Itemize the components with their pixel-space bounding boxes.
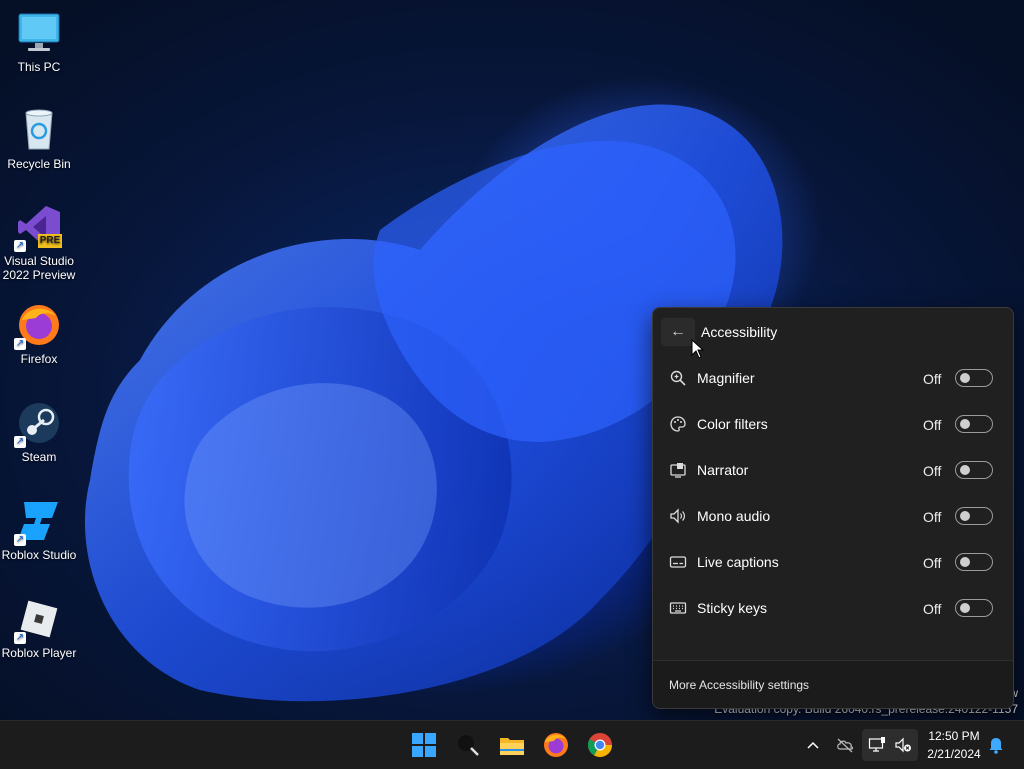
toggle-state-text: Off <box>923 463 942 479</box>
roblox-studio-icon: ↗ <box>14 498 62 546</box>
toggle-state-text: Off <box>923 509 942 525</box>
firefox-icon <box>544 733 568 757</box>
roblox-player-icon: ↗ <box>14 596 62 644</box>
steam-icon: ↗ <box>14 400 62 448</box>
clock-date: 2/21/2024 <box>927 747 981 761</box>
firefox-icon: ↗ <box>14 302 62 350</box>
file-explorer-icon <box>500 738 524 755</box>
narrator-icon <box>669 461 687 479</box>
start-button[interactable] <box>408 729 440 761</box>
accessibility-item-label: Narrator <box>697 462 749 478</box>
mouse-cursor-icon <box>691 338 705 364</box>
chrome-taskbar-button[interactable] <box>584 729 616 761</box>
network-icon <box>868 737 885 752</box>
show-hidden-icons-chevron[interactable] <box>806 735 820 760</box>
color-filters-toggle[interactable] <box>955 415 993 433</box>
more-accessibility-settings-link[interactable]: More Accessibility settings <box>669 678 809 692</box>
quick-settings-button[interactable] <box>862 729 918 761</box>
file-explorer-button[interactable] <box>496 729 528 761</box>
mono-audio-toggle[interactable] <box>955 507 993 525</box>
desktop-icon-this-pc[interactable]: This PC <box>0 10 79 74</box>
taskbar: 12:50 PM 2/21/2024 <box>0 720 1024 769</box>
desktop-icon-visual-studio[interactable]: PRE ↗ Visual Studio 2022 Preview <box>0 204 79 282</box>
clock-time: 12:50 PM <box>928 729 980 743</box>
flyout-title: Accessibility <box>701 324 778 340</box>
magnifier-toggle[interactable] <box>955 369 993 387</box>
flyout-header: ← Accessibility <box>653 308 1013 356</box>
accessibility-item-label: Live captions <box>697 554 779 570</box>
notifications-button[interactable] <box>988 735 1004 760</box>
keyboard-icon <box>669 599 687 617</box>
accessibility-item-magnifier[interactable]: Magnifier Off <box>653 356 1013 402</box>
chevron-up-icon <box>807 741 819 749</box>
accessibility-item-label: Magnifier <box>697 370 755 386</box>
live-captions-toggle[interactable] <box>955 553 993 571</box>
desktop-icon-label: Roblox Studio <box>1 548 77 562</box>
shortcut-arrow-icon: ↗ <box>14 436 26 448</box>
recycle-bin-icon <box>16 107 62 153</box>
toggle-state-text: Off <box>923 555 942 571</box>
captions-icon <box>669 553 687 571</box>
desktop-icon-label: Recycle Bin <box>7 157 71 171</box>
toggle-state-text: Off <box>923 417 942 433</box>
desktop-icon-label: Steam <box>21 450 57 464</box>
desktop-icon-roblox-player[interactable]: ↗ Roblox Player <box>0 596 79 660</box>
visual-studio-icon: PRE ↗ <box>14 204 62 252</box>
speaker-icon <box>669 507 687 525</box>
shortcut-arrow-icon: ↗ <box>14 632 26 644</box>
bell-icon <box>989 738 1003 754</box>
accessibility-item-sticky-keys[interactable]: Sticky keys Off <box>653 586 1013 632</box>
desktop-icon-firefox[interactable]: ↗ Firefox <box>0 302 79 366</box>
start-icon <box>412 733 436 757</box>
back-arrow-icon: ← <box>670 323 686 340</box>
desktop-icon-label: Firefox <box>20 352 58 366</box>
desktop-icon-recycle-bin[interactable]: Recycle Bin <box>0 107 79 171</box>
accessibility-flyout: ← Accessibility Magnifier Off Color filt… <box>652 307 1014 709</box>
palette-icon <box>669 415 687 433</box>
shortcut-arrow-icon: ↗ <box>14 534 26 546</box>
chrome-icon <box>587 733 612 758</box>
accessibility-item-label: Color filters <box>697 416 768 432</box>
back-button[interactable]: ← <box>661 318 695 346</box>
accessibility-item-label: Mono audio <box>697 508 771 524</box>
magnifier-icon <box>669 369 687 387</box>
onedrive-tray-icon[interactable] <box>836 735 854 760</box>
accessibility-item-label: Sticky keys <box>697 600 768 616</box>
sticky-keys-toggle[interactable] <box>955 599 993 617</box>
desktop-icon-label: Roblox Player <box>1 646 77 660</box>
desktop-icon-roblox-studio[interactable]: ↗ Roblox Studio <box>0 498 79 562</box>
shortcut-arrow-icon: ↗ <box>14 240 26 252</box>
narrator-toggle[interactable] <box>955 461 993 479</box>
preview-badge: PRE <box>39 235 61 246</box>
desktop-icon-label: This PC <box>17 60 61 74</box>
cloud-off-icon <box>837 738 854 753</box>
desktop-icon-label: Visual Studio 2022 Preview <box>2 254 76 282</box>
toggle-state-text: Off <box>923 601 942 617</box>
flyout-footer: More Accessibility settings <box>653 660 1013 708</box>
firefox-taskbar-button[interactable] <box>540 729 572 761</box>
accessibility-item-narrator[interactable]: Narrator Off <box>653 448 1013 494</box>
accessibility-item-mono-audio[interactable]: Mono audio Off <box>653 494 1013 540</box>
toggle-state-text: Off <box>923 371 942 387</box>
volume-muted-icon <box>895 737 911 753</box>
desktop-icon-steam[interactable]: ↗ Steam <box>0 400 79 464</box>
monitor-icon <box>16 10 62 56</box>
system-clock[interactable]: 12:50 PM 2/21/2024 <box>918 727 990 763</box>
search-button[interactable] <box>452 729 484 761</box>
accessibility-item-live-captions[interactable]: Live captions Off <box>653 540 1013 586</box>
search-icon <box>458 735 479 756</box>
shortcut-arrow-icon: ↗ <box>14 338 26 350</box>
accessibility-item-color-filters[interactable]: Color filters Off <box>653 402 1013 448</box>
